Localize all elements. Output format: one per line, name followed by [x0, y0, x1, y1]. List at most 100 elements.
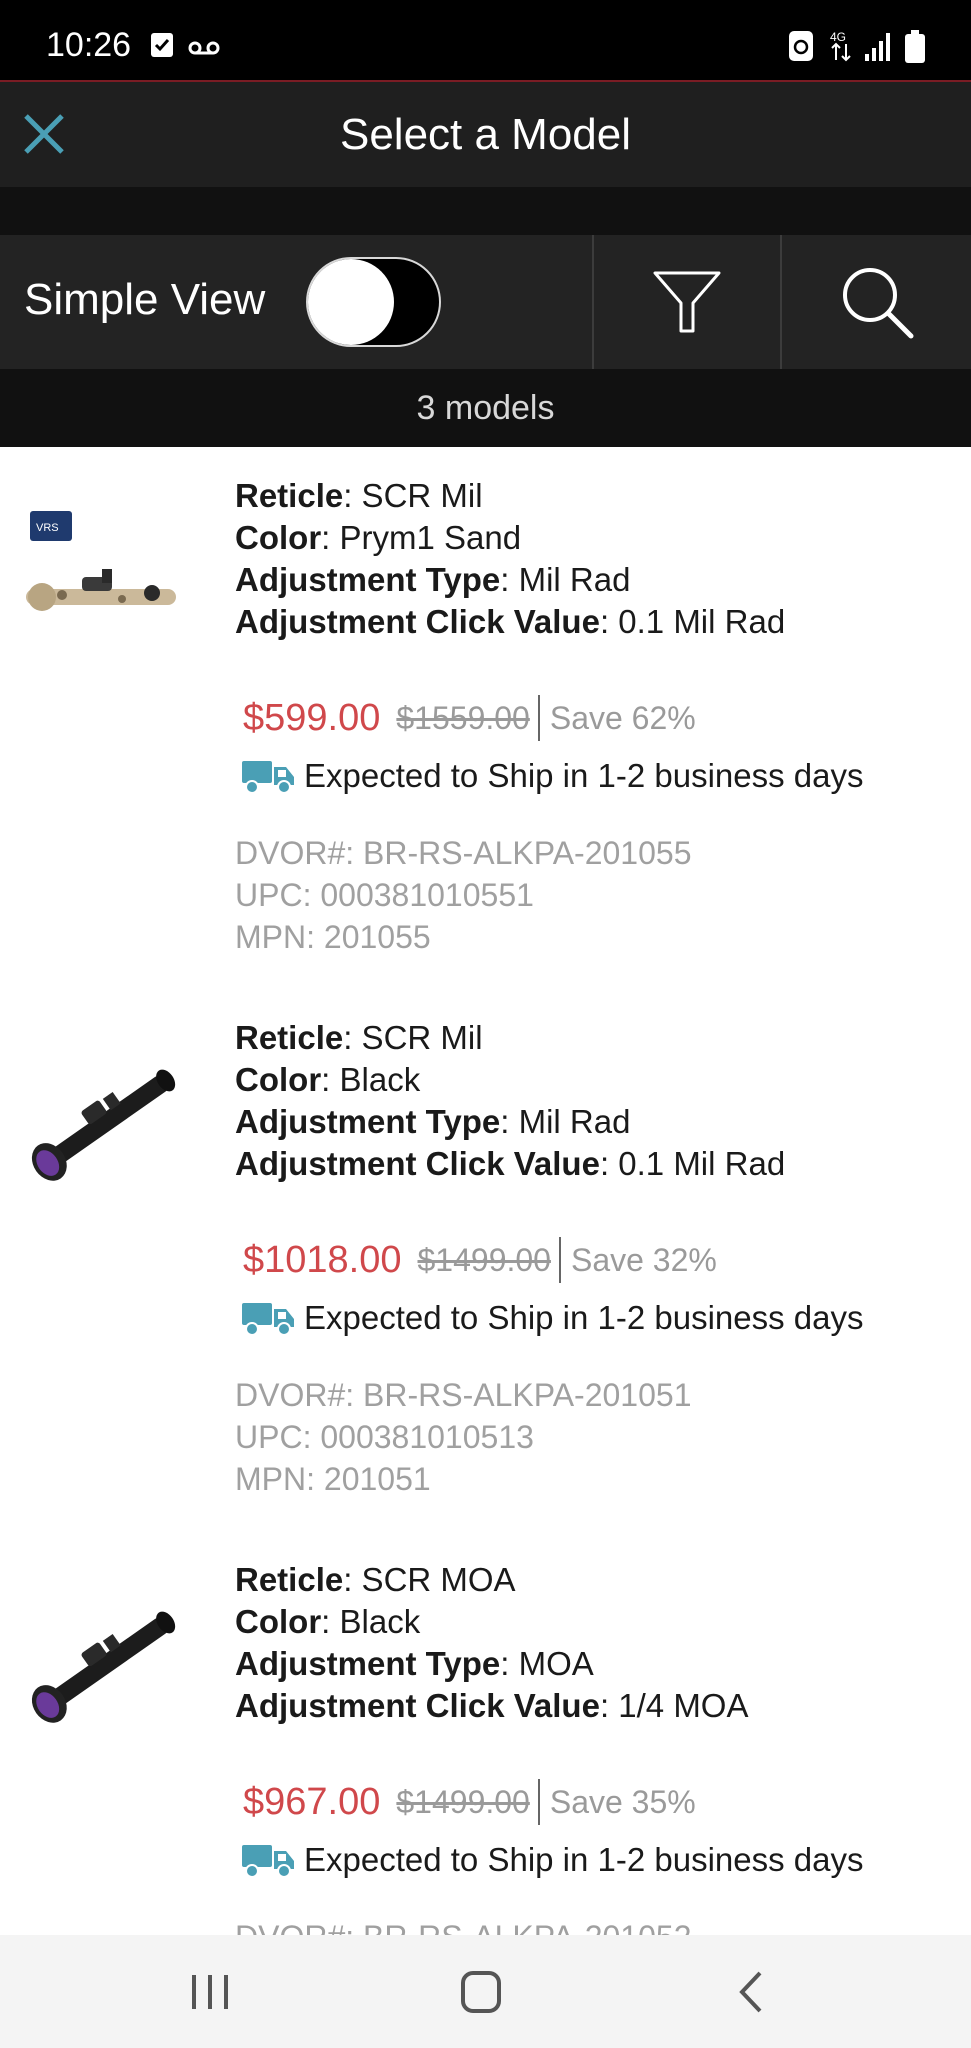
spec-label: Color: [235, 519, 322, 556]
spec-color: Color: Black: [235, 1059, 785, 1101]
spec-label: Adjustment Click Value: [235, 1687, 600, 1724]
price-row: $1018.00 $1499.00 Save 32%: [243, 1237, 717, 1283]
savings-label: Save 35%: [549, 1783, 696, 1820]
spec-value: : Black: [321, 1061, 421, 1098]
spec-value: : SCR Mil: [343, 1019, 483, 1056]
spec-value: : SCR Mil: [343, 477, 483, 514]
page-title: Select a Model: [339, 110, 632, 159]
spec-reticle: Reticle: SCR Mil: [235, 1017, 785, 1059]
spec-adjustment-click: Adjustment Click Value: 1/4 MOA: [235, 1685, 749, 1727]
spec-label: Adjustment Click Value: [235, 603, 600, 640]
spec-label: Adjustment Type: [235, 561, 501, 598]
upc-number: UPC: 000381010551: [235, 877, 534, 913]
simple-view-label: Simple View: [24, 275, 266, 324]
lte-data-icon: 4G: [828, 28, 854, 69]
spec-value: : MOA: [500, 1645, 594, 1682]
upc-number: UPC: 000381010513: [235, 1419, 534, 1455]
spec-adjustment-click: Adjustment Click Value: 0.1 Mil Rad: [235, 601, 785, 643]
search-button[interactable]: [782, 235, 971, 369]
original-price: $1499.00: [417, 1241, 551, 1278]
status-time: 10:26: [46, 26, 132, 64]
spec-adjustment-type: Adjustment Type: Mil Rad: [235, 1101, 785, 1143]
spec-label: Adjustment Type: [235, 1645, 501, 1682]
dvor-number: DVOR#: BR-RS-ALKPA-201051: [235, 1377, 692, 1413]
truck-icon: [242, 761, 294, 794]
mpn-number: MPN: 201051: [235, 1461, 431, 1497]
identifiers: DVOR#: BR-RS-ALKPA-201051 UPC: 000381010…: [235, 1374, 691, 1500]
sale-price: $1018.00: [243, 1238, 402, 1281]
spec-adjustment-click: Adjustment Click Value: 0.1 Mil Rad: [235, 1143, 785, 1185]
shipping-text: Expected to Ship in 1-2 business days: [304, 1299, 864, 1336]
product-image-black-scope: [22, 1049, 192, 1181]
back-button[interactable]: [722, 1965, 782, 2019]
svg-text:VRS: VRS: [36, 522, 59, 534]
spec-value: : Black: [321, 1603, 421, 1640]
checkbox-notification-icon: [150, 32, 174, 63]
spec-value: : Mil Rad: [500, 561, 631, 598]
home-icon: [461, 1971, 501, 2013]
dvor-number: DVOR#: BR-RS-ALKPA-201052: [235, 1916, 691, 1935]
spec-color: Color: Prym1 Sand: [235, 517, 785, 559]
truck-icon: [242, 1303, 294, 1336]
product-image-black-scope: [22, 1591, 192, 1723]
price-divider: [558, 1237, 561, 1283]
spec-label: Color: [235, 1061, 322, 1098]
spec-adjustment-type: Adjustment Type: Mil Rad: [235, 559, 785, 601]
spec-label: Adjustment Click Value: [235, 1145, 600, 1182]
recent-apps-button[interactable]: [180, 1965, 240, 2019]
spec-color: Color: Black: [235, 1601, 749, 1643]
list-item[interactable]: VRS Reticle: SCR Mil Color: Prym1 Sand A…: [0, 447, 971, 989]
mpn-number: MPN: 201055: [235, 919, 431, 955]
truck-icon: [242, 1845, 294, 1878]
price-divider: [537, 1779, 540, 1825]
header-spacer: [0, 187, 971, 235]
spec-label: Adjustment Type: [235, 1103, 501, 1140]
shipping-info: Expected to Ship in 1-2 business days: [240, 1841, 864, 1879]
spec-value: : Prym1 Sand: [321, 519, 522, 556]
spec-label: Reticle: [235, 1561, 344, 1598]
spec-reticle: Reticle: SCR Mil: [235, 475, 785, 517]
list-item[interactable]: Reticle: SCR Mil Color: Black Adjustment…: [0, 989, 971, 1531]
spec-list: Reticle: SCR Mil Color: Prym1 Sand Adjus…: [235, 475, 785, 643]
network-label: 4G: [830, 30, 846, 44]
savings-label: Save 32%: [570, 1241, 717, 1278]
recent-apps-icon: [192, 1975, 228, 2009]
original-price: $1499.00: [396, 1783, 530, 1820]
magnifier-search-icon: [842, 268, 913, 339]
battery-icon: [904, 30, 926, 69]
spec-label: Color: [235, 1603, 322, 1640]
spec-value: : SCR MOA: [343, 1561, 516, 1598]
voicemail-icon: [188, 40, 220, 61]
spec-label: Reticle: [235, 1019, 344, 1056]
signal-bars-icon: [864, 30, 892, 67]
spec-value: : 0.1 Mil Rad: [599, 1145, 786, 1182]
identifiers: DVOR#: BR-RS-ALKPA-201052: [235, 1916, 691, 1935]
shipping-info: Expected to Ship in 1-2 business days: [240, 757, 864, 795]
spec-adjustment-type: Adjustment Type: MOA: [235, 1643, 749, 1685]
funnel-filter-icon: [653, 271, 721, 333]
savings-label: Save 62%: [549, 699, 696, 736]
list-item[interactable]: Reticle: SCR MOA Color: Black Adjustment…: [0, 1531, 971, 1935]
status-bar: 10:26 4G: [0, 0, 971, 82]
filter-button[interactable]: [594, 235, 780, 369]
lock-sync-icon: [788, 30, 814, 67]
price-row: $599.00 $1559.00 Save 62%: [243, 695, 696, 741]
spec-list: Reticle: SCR Mil Color: Black Adjustment…: [235, 1017, 785, 1185]
shipping-text: Expected to Ship in 1-2 business days: [304, 757, 864, 794]
spec-list: Reticle: SCR MOA Color: Black Adjustment…: [235, 1559, 749, 1727]
spec-value: : Mil Rad: [500, 1103, 631, 1140]
spec-value: : 1/4 MOA: [599, 1687, 749, 1724]
dvor-number: DVOR#: BR-RS-ALKPA-201055: [235, 835, 692, 871]
results-count: 3 models: [0, 369, 971, 447]
toggle-knob: [308, 259, 394, 345]
home-button[interactable]: [451, 1965, 511, 2019]
product-image-camo-scope: VRS: [22, 507, 192, 627]
simple-view-toggle[interactable]: [306, 257, 441, 347]
shipping-info: Expected to Ship in 1-2 business days: [240, 1299, 864, 1337]
spec-value: : 0.1 Mil Rad: [599, 603, 786, 640]
sale-price: $967.00: [243, 1780, 381, 1823]
original-price: $1559.00: [396, 699, 530, 736]
shipping-text: Expected to Ship in 1-2 business days: [304, 1841, 864, 1878]
back-icon: [739, 1971, 762, 2013]
price-divider: [537, 695, 540, 741]
